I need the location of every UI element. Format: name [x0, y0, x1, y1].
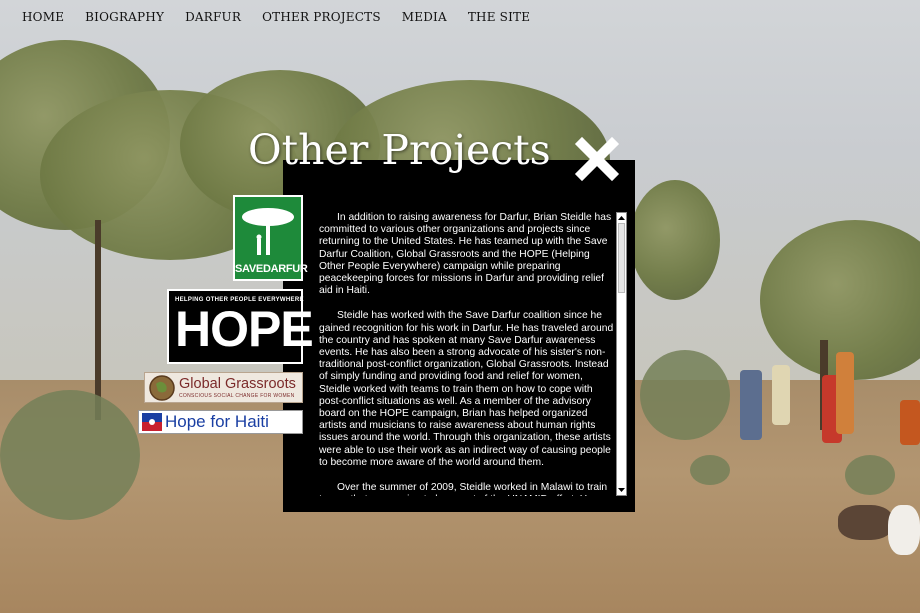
content-panel: In addition to raising awareness for Dar…	[283, 160, 635, 512]
save-darfur-label: SAVEDARFUR	[235, 263, 308, 275]
scroll-up-arrow-icon	[618, 216, 625, 220]
nav-home[interactable]: HOME	[22, 10, 64, 24]
paragraph-2: Steidle has worked with the Save Darfur …	[319, 310, 614, 468]
hope-for-haiti-name: Hope for Haiti	[165, 412, 269, 431]
scroll-down-arrow-icon	[618, 488, 625, 492]
acacia-tree-icon	[242, 208, 294, 255]
scrollbar-thumb[interactable]	[618, 223, 625, 293]
nav-biography[interactable]: BIOGRAPHY	[85, 10, 164, 24]
paragraph-1: In addition to raising awareness for Dar…	[319, 212, 612, 297]
nav-other-projects[interactable]: OTHER PROJECTS	[262, 10, 381, 24]
global-grassroots-name: Global Grassroots	[179, 376, 296, 392]
close-icon	[574, 136, 620, 182]
save-darfur-logo[interactable]: SAVEDARFUR	[233, 195, 308, 281]
flag-icon	[142, 413, 162, 431]
scroll-up-button[interactable]	[617, 213, 626, 223]
hope-for-haiti-logo[interactable]: Hope for Haiti	[138, 410, 303, 434]
close-button[interactable]	[574, 136, 620, 182]
hope-wordmark: HOPE	[175, 301, 314, 357]
main-nav: HOME BIOGRAPHY DARFUR OTHER PROJECTS MED…	[22, 10, 551, 24]
nav-media[interactable]: MEDIA	[402, 10, 447, 24]
scroll-content[interactable]: In addition to raising awareness for Dar…	[319, 212, 617, 496]
page-title: Other Projects	[248, 126, 551, 174]
hope-logo[interactable]: HELPING OTHER PEOPLE EVERYWHERE HOPE	[167, 289, 314, 364]
scroll-down-button[interactable]	[617, 485, 626, 495]
paragraph-3: Over the summer of 2009, Steidle worked …	[319, 482, 608, 496]
nav-darfur[interactable]: DARFUR	[185, 10, 241, 24]
global-grassroots-tagline: CONSCIOUS SOCIAL CHANGE FOR WOMEN	[179, 393, 295, 399]
vertical-scrollbar[interactable]	[616, 212, 627, 496]
nav-the-site[interactable]: THE SITE	[468, 10, 530, 24]
global-grassroots-logo[interactable]: Global Grassroots CONSCIOUS SOCIAL CHANG…	[144, 372, 303, 403]
globe-icon	[149, 375, 175, 401]
